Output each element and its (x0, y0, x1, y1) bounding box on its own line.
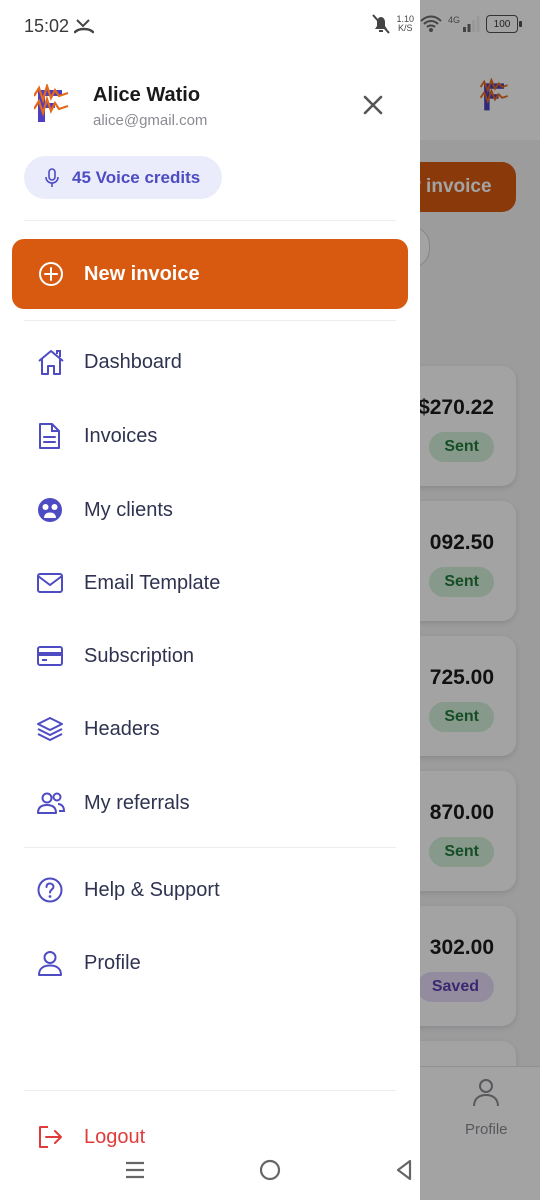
divider (24, 320, 396, 321)
battery-icon: 100 (486, 15, 522, 33)
plus-circle-icon (39, 262, 63, 286)
menu-item-profile[interactable]: Profile (24, 935, 396, 991)
notifications-off-icon (372, 14, 391, 34)
help-icon (37, 877, 63, 903)
menu-item-label: Headers (84, 717, 160, 740)
menu-item-label: Invoices (84, 424, 158, 447)
navigation-drawer: Alice Watio alice@gmail.com 45 Voice cre… (0, 0, 420, 1200)
new-invoice-button[interactable]: New invoice (12, 239, 408, 309)
voice-credits-label: 45 Voice credits (72, 167, 201, 187)
status-time: 15:02 (24, 16, 70, 36)
signal-icon (463, 16, 480, 32)
layers-icon (37, 717, 63, 741)
menu-item-label: Help & Support (84, 878, 220, 901)
credit-card-icon (37, 646, 63, 666)
recent-apps-icon[interactable] (124, 1160, 146, 1180)
divider (24, 220, 396, 221)
back-icon[interactable] (394, 1158, 414, 1182)
menu-item-my-clients[interactable]: My clients (24, 482, 396, 538)
menu-item-invoices[interactable]: Invoices (24, 408, 396, 464)
menu-item-label: Profile (84, 951, 141, 974)
menu-item-headers[interactable]: Headers (24, 701, 396, 757)
logout-label: Logout (84, 1125, 146, 1148)
menu-item-help-support[interactable]: Help & Support (24, 862, 396, 918)
menu-item-label: My clients (84, 498, 173, 521)
users-icon (37, 792, 66, 814)
close-icon[interactable] (359, 91, 387, 119)
menu-item-label: Subscription (84, 644, 195, 667)
network-speed: 1.10 K/S (396, 14, 414, 33)
network-type: 4G (447, 15, 460, 25)
menu-item-email-template[interactable]: Email Template (24, 555, 396, 611)
user-email: alice@gmail.com (93, 112, 208, 129)
mail-icon (37, 573, 63, 593)
home-button-icon[interactable] (258, 1158, 282, 1182)
status-bar: 15:02 1.10 K/S 4G 100 (0, 0, 540, 54)
menu-item-label: My referrals (84, 791, 190, 814)
menu-item-my-referrals[interactable]: My referrals (24, 775, 396, 831)
user-name: Alice Watio (93, 84, 201, 106)
document-icon (39, 423, 60, 449)
divider (24, 1090, 396, 1091)
menu-item-label: Email Template (84, 571, 221, 594)
wifi-icon (420, 15, 442, 32)
app-logo-icon (34, 84, 69, 122)
user-icon (38, 951, 62, 976)
clients-icon (38, 498, 62, 522)
system-navigation-bar (0, 1150, 540, 1190)
missed-call-icon (74, 19, 94, 34)
menu-item-subscription[interactable]: Subscription (24, 628, 396, 684)
new-invoice-label: New invoice (84, 262, 200, 285)
divider (24, 847, 396, 848)
voice-credits-badge[interactable]: 45 Voice credits (24, 156, 223, 199)
menu-item-dashboard[interactable]: Dashboard (24, 334, 396, 390)
home-icon (38, 350, 64, 375)
logout-icon (39, 1126, 62, 1148)
microphone-icon (45, 167, 59, 187)
menu-item-label: Dashboard (84, 350, 182, 373)
